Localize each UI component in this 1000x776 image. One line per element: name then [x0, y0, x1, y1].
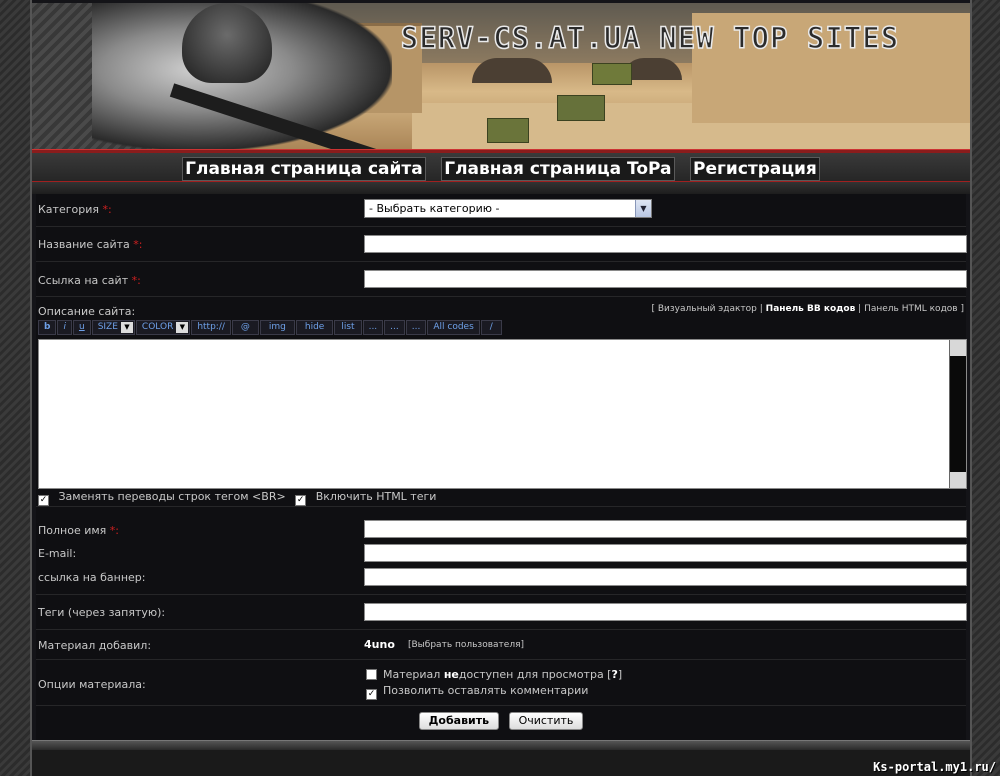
- clear-button[interactable]: Очистить: [508, 712, 584, 730]
- enable-html-checkbox[interactable]: ✓: [295, 495, 307, 506]
- site-name-label: Название сайта: [38, 238, 130, 251]
- tags-input[interactable]: [364, 603, 967, 621]
- email-button[interactable]: @: [231, 320, 259, 335]
- category-select[interactable]: - Выбрать категорию - ▼: [364, 199, 652, 218]
- more-button[interactable]: ...: [405, 320, 427, 335]
- nav-link-top-home[interactable]: Главная страница ToPa: [441, 157, 675, 181]
- replace-br-label: Заменять переводы строк тегом <BR>: [58, 490, 286, 503]
- all-codes-button[interactable]: All codes: [427, 320, 480, 335]
- site-link-input[interactable]: [364, 270, 967, 288]
- restricted-checkbox[interactable]: [366, 669, 377, 680]
- editor-mode-links: [ Визуальный эдактор | Панель BB кодов |…: [651, 304, 964, 314]
- size-dropdown[interactable]: SIZE ▼: [91, 320, 135, 335]
- site-watermark: Ks-portal.my1.ru/: [873, 760, 996, 774]
- crate-image: [487, 118, 529, 143]
- chevron-down-icon: ▼: [176, 322, 189, 333]
- color-dropdown[interactable]: COLOR ▼: [135, 320, 191, 335]
- bold-button[interactable]: b: [38, 320, 57, 335]
- category-label: Категория: [38, 203, 99, 216]
- required-mark: *:: [102, 203, 112, 216]
- scroll-up-arrow[interactable]: [950, 340, 966, 356]
- option-restricted: Материал недоступен для просмотра [?]: [366, 668, 622, 681]
- bb-panel-link[interactable]: Панель BB кодов: [766, 304, 856, 314]
- full-name-input[interactable]: [364, 520, 967, 538]
- site-link-label: Ссылка на сайт: [38, 274, 129, 287]
- site-name-input[interactable]: [364, 235, 967, 253]
- list-button[interactable]: list: [334, 320, 362, 335]
- hide-button[interactable]: hide: [295, 320, 334, 335]
- page-wrapper: SERV-CS.AT.UA NEW TOP SITES Главная стра…: [30, 0, 972, 776]
- italic-button[interactable]: i: [57, 320, 72, 335]
- bbcode-toolbar: b i u SIZE ▼ COLOR ▼ http://@ img hide list.......…: [38, 320, 503, 335]
- full-name-label: Полное имя: [38, 524, 107, 537]
- email-label: E-mail:: [38, 547, 77, 560]
- description-label: Описание сайта:: [38, 305, 136, 318]
- required-mark: *:: [131, 274, 141, 287]
- row-material-options: Опции материала: Материал недоступен для…: [36, 660, 966, 706]
- row-tags: Теги (через запятую):: [36, 595, 967, 630]
- chevron-down-icon: ▼: [635, 200, 651, 217]
- tags-label: Теги (через запятую):: [38, 606, 166, 619]
- image-button[interactable]: img: [259, 320, 295, 335]
- crate-image: [557, 95, 605, 121]
- chevron-down-icon: ▼: [120, 322, 133, 333]
- header-banner: SERV-CS.AT.UA NEW TOP SITES: [32, 3, 970, 151]
- site-title: SERV-CS.AT.UA NEW TOP SITES: [400, 20, 900, 56]
- enable-html-label: Включить HTML теги: [315, 490, 437, 503]
- author-username: 4uno: [364, 638, 395, 651]
- submit-button[interactable]: Добавить: [418, 712, 500, 730]
- crate-image: [592, 63, 632, 85]
- scrollbar[interactable]: [949, 340, 966, 488]
- add-site-form: Категория *: - Выбрать категорию - ▼ Наз…: [36, 194, 967, 740]
- row-site-name: Название сайта *:: [36, 227, 967, 262]
- more-button[interactable]: ...: [362, 320, 384, 335]
- more-button[interactable]: ...: [384, 320, 405, 335]
- row-added-by: Материал добавил: 4uno [Выбрать пользова…: [36, 630, 966, 660]
- required-mark: *:: [133, 238, 143, 251]
- added-by-label: Материал добавил:: [38, 639, 152, 652]
- option-comments: ✓ Позволить оставлять комментарии: [366, 684, 589, 700]
- description-textarea[interactable]: [38, 339, 967, 489]
- required-mark: *:: [109, 524, 120, 537]
- html-panel-link[interactable]: Панель HTML кодов: [864, 304, 958, 314]
- url-button[interactable]: http://: [191, 320, 231, 335]
- underline-button[interactable]: u: [72, 320, 91, 335]
- description-options: ✓ Заменять переводы строк тегом <BR> ✓ В…: [38, 490, 442, 506]
- allow-comments-checkbox[interactable]: ✓: [366, 689, 377, 700]
- close-tags-button[interactable]: /: [480, 320, 502, 335]
- nav-link-register[interactable]: Регистрация: [690, 157, 820, 181]
- nav-link-site-home[interactable]: Главная страница сайта: [182, 157, 426, 181]
- banner-link-label: ссылка на баннер:: [38, 571, 146, 584]
- visual-editor-link[interactable]: Визуальный эдактор: [658, 304, 757, 314]
- row-site-link: Ссылка на сайт *:: [36, 262, 967, 297]
- material-options-label: Опции материала:: [38, 678, 146, 691]
- email-input[interactable]: [364, 544, 967, 562]
- scroll-down-arrow[interactable]: [950, 472, 966, 488]
- replace-br-checkbox[interactable]: ✓: [38, 495, 49, 506]
- banner-link-input[interactable]: [364, 568, 967, 586]
- select-user-link[interactable]: [Выбрать пользователя]: [408, 640, 524, 650]
- main-nav: Главная страница сайта Главная страница …: [32, 153, 970, 182]
- row-category: Категория *: - Выбрать категорию - ▼: [36, 194, 966, 227]
- form-buttons: Добавить Очистить: [36, 712, 966, 730]
